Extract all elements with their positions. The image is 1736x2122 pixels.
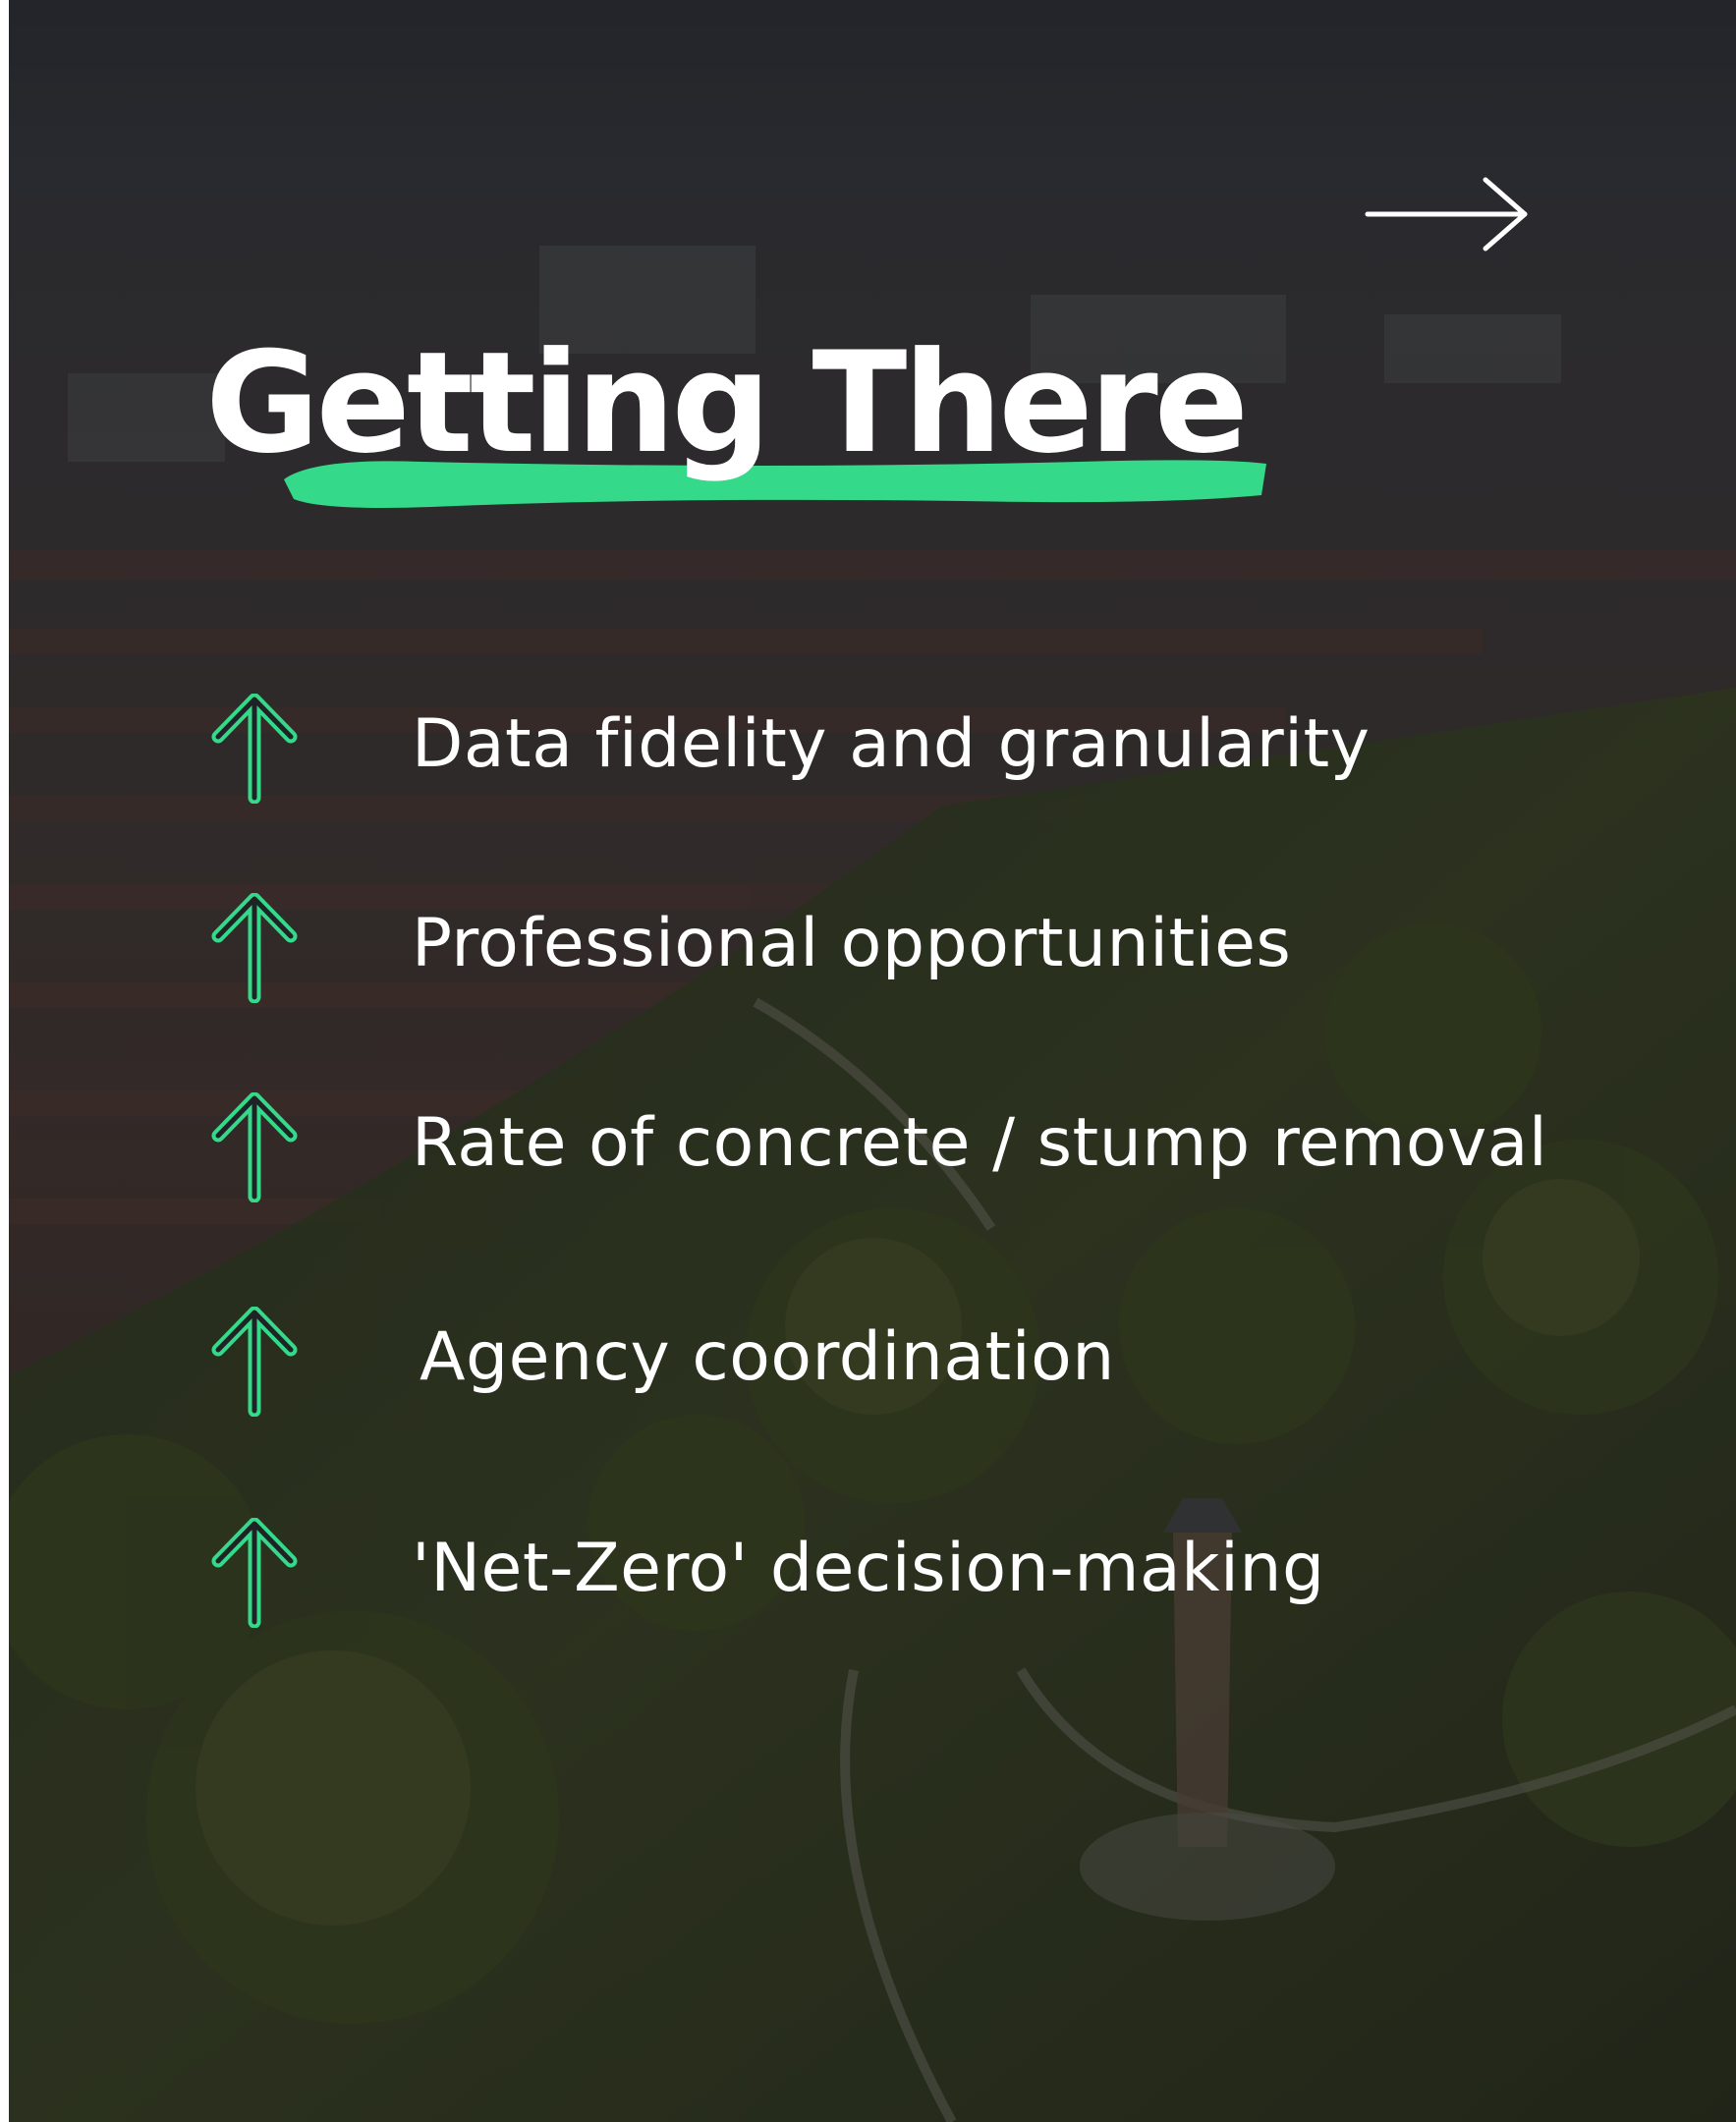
list-item: Data fidelity and granularity xyxy=(210,693,1684,811)
arrow-up-icon xyxy=(210,693,299,805)
arrow-up-icon xyxy=(210,892,299,1004)
page-title: Getting There xyxy=(205,322,1249,484)
list-item: Agency coordination xyxy=(210,1306,1684,1424)
list-item-label: 'Net-Zero' decision-making xyxy=(412,1530,1325,1607)
slide: Getting There Data fidelity and granular… xyxy=(9,0,1736,2122)
list-item-label: Data fidelity and granularity xyxy=(412,705,1371,783)
list-item-label: Rate of concrete / stump removal xyxy=(412,1104,1548,1182)
list-item: 'Net-Zero' decision-making xyxy=(210,1517,1684,1636)
arrow-up-icon xyxy=(210,1091,299,1203)
arrow-right-icon[interactable] xyxy=(1358,177,1535,255)
dark-overlay xyxy=(9,0,1736,2122)
list-item-label: Professional opportunities xyxy=(412,905,1292,982)
arrow-up-icon xyxy=(210,1306,299,1418)
arrow-up-icon xyxy=(210,1517,299,1629)
list-item-label: Agency coordination xyxy=(420,1318,1115,1396)
list-item: Rate of concrete / stump removal xyxy=(210,1091,1684,1210)
title-block: Getting There xyxy=(205,334,1286,530)
list-item: Professional opportunities xyxy=(210,892,1684,1011)
